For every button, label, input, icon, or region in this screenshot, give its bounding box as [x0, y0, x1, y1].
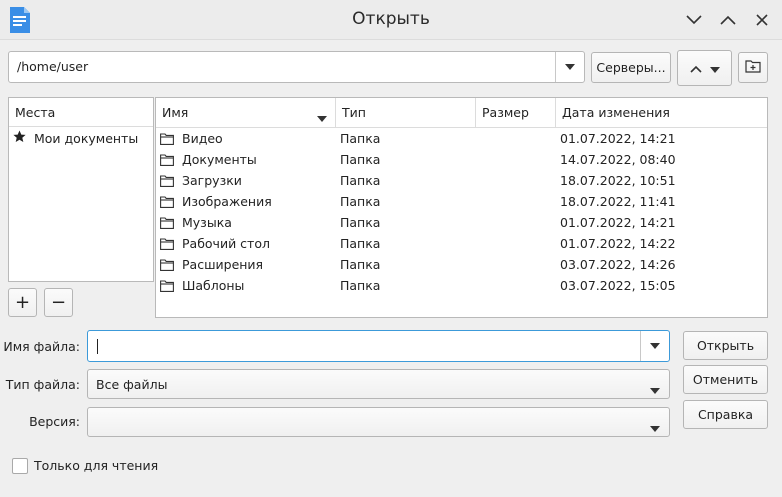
folder-icon: [160, 238, 174, 250]
remove-place-button[interactable]: −: [44, 288, 73, 317]
column-header-name[interactable]: Имя: [156, 98, 336, 128]
folder-icon: [160, 133, 174, 145]
folder-icon: [160, 217, 174, 229]
cell-name: Изображения: [182, 194, 272, 209]
chevron-up-icon: [689, 61, 702, 76]
close-icon[interactable]: [750, 8, 774, 32]
table-row[interactable]: Шаблоны Папка 03.07.2022, 15:05: [156, 276, 767, 297]
folder-icon: [160, 259, 174, 271]
sort-descending-icon: [317, 110, 327, 125]
star-icon: [13, 130, 26, 146]
column-header-modified[interactable]: Дата изменения: [556, 98, 767, 128]
places-item-label: Мои документы: [34, 130, 139, 146]
places-header: Места: [9, 98, 153, 127]
table-row[interactable]: Видео Папка 01.07.2022, 14:21: [156, 129, 767, 150]
cell-modified: 03.07.2022, 14:26: [560, 257, 676, 272]
cell-name: Шаблоны: [182, 278, 245, 293]
window-title: Открыть: [352, 9, 430, 29]
table-row[interactable]: Загрузки Папка 18.07.2022, 10:51: [156, 171, 767, 192]
cell-modified: 01.07.2022, 14:22: [560, 236, 676, 251]
cell-type: Папка: [340, 257, 381, 272]
readonly-label[interactable]: Только для чтения: [34, 458, 158, 473]
readonly-checkbox[interactable]: [12, 458, 28, 474]
dropdown-arrow-icon[interactable]: [555, 52, 584, 82]
version-select[interactable]: [87, 407, 670, 437]
places-panel: Места Мои документы: [8, 97, 154, 282]
cell-name: Документы: [182, 152, 257, 167]
filename-combobox[interactable]: [87, 330, 670, 362]
cell-type: Папка: [340, 278, 381, 293]
cell-type: Папка: [340, 194, 381, 209]
text-cursor: [97, 339, 98, 354]
path-text: /home/user: [17, 59, 89, 74]
help-button[interactable]: Справка: [683, 400, 768, 429]
cell-name: Музыка: [182, 215, 232, 230]
cell-modified: 01.07.2022, 14:21: [560, 215, 676, 230]
table-row[interactable]: Документы Папка 14.07.2022, 08:40: [156, 150, 767, 171]
cell-name: Расширения: [182, 257, 264, 272]
path-combobox[interactable]: /home/user: [8, 51, 585, 83]
servers-button[interactable]: Серверы...: [591, 52, 671, 83]
cell-modified: 01.07.2022, 14:21: [560, 131, 676, 146]
folder-icon: [160, 196, 174, 208]
cell-name: Загрузки: [182, 173, 242, 188]
filename-label: Имя файла:: [3, 339, 80, 354]
places-item-my-documents[interactable]: Мои документы: [9, 127, 153, 149]
version-label: Версия:: [29, 414, 80, 429]
column-header-size[interactable]: Размер: [476, 98, 556, 128]
column-header-type[interactable]: Тип: [336, 98, 476, 128]
file-list: Имя Тип Размер Дата изменения Видео Папка…: [155, 97, 768, 318]
cell-type: Папка: [340, 152, 381, 167]
cell-modified: 18.07.2022, 10:51: [560, 173, 676, 188]
cell-modified: 18.07.2022, 11:41: [560, 194, 676, 209]
title-bar: Открыть: [0, 0, 782, 40]
folder-icon: [160, 154, 174, 166]
cell-type: Папка: [340, 131, 381, 146]
new-folder-button[interactable]: [738, 52, 768, 83]
dropdown-arrow-icon: [650, 420, 660, 435]
cell-name: Видео: [182, 131, 223, 146]
dropdown-arrow-icon[interactable]: [641, 331, 669, 361]
cell-modified: 03.07.2022, 15:05: [560, 278, 676, 293]
new-folder-icon: [745, 59, 761, 76]
cell-name: Рабочий стол: [182, 236, 270, 251]
table-row[interactable]: Расширения Папка 03.07.2022, 14:26: [156, 255, 767, 276]
table-row[interactable]: Изображения Папка 18.07.2022, 11:41: [156, 192, 767, 213]
filename-input[interactable]: [88, 331, 641, 361]
dropdown-arrow-icon[interactable]: [709, 61, 720, 76]
open-button[interactable]: Открыть: [683, 331, 768, 360]
folder-icon: [160, 175, 174, 187]
table-row[interactable]: Рабочий стол Папка 01.07.2022, 14:22: [156, 234, 767, 255]
add-place-button[interactable]: +: [8, 288, 37, 317]
table-row[interactable]: Музыка Папка 01.07.2022, 14:21: [156, 213, 767, 234]
dropdown-arrow-icon: [650, 382, 660, 397]
maximize-icon[interactable]: [716, 8, 740, 32]
cell-type: Папка: [340, 236, 381, 251]
cancel-button[interactable]: Отменить: [683, 365, 768, 394]
cell-type: Папка: [340, 173, 381, 188]
cell-type: Папка: [340, 215, 381, 230]
up-level-button[interactable]: [677, 50, 732, 86]
cell-modified: 14.07.2022, 08:40: [560, 152, 676, 167]
minimize-icon[interactable]: [682, 8, 706, 32]
filetype-label: Тип файла:: [5, 377, 80, 392]
folder-icon: [160, 280, 174, 292]
filetype-value: Все файлы: [96, 376, 168, 392]
filetype-select[interactable]: Все файлы: [87, 369, 670, 399]
